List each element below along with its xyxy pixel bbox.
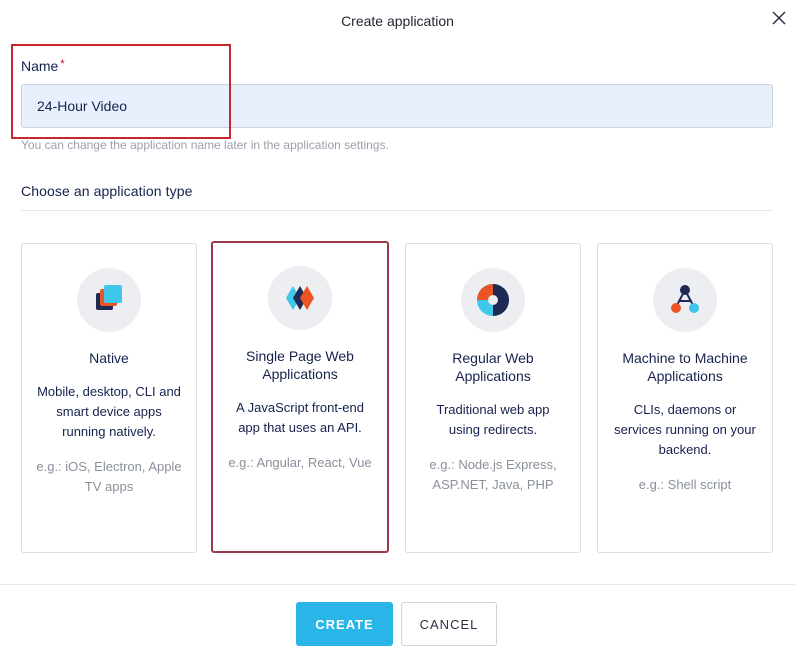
required-mark: * [60, 58, 65, 70]
name-label: Name * [21, 58, 65, 74]
card-examples: e.g.: Node.js Express, ASP.NET, Java, PH… [429, 457, 557, 492]
card-examples: e.g.: Shell script [638, 477, 732, 492]
name-label-text: Name [21, 58, 59, 74]
app-type-card-regular-web[interactable]: Regular Web Applications Traditional web… [405, 243, 581, 553]
name-hint: You can change the application name late… [21, 138, 389, 152]
regular-web-icon [461, 268, 525, 332]
cancel-button[interactable]: CANCEL [401, 602, 497, 646]
card-description: A JavaScript front-end app that uses an … [236, 400, 364, 435]
card-title: Machine to Machine Applications [622, 350, 748, 384]
native-stack-icon [77, 268, 141, 332]
card-description: Mobile, desktop, CLI and smart device ap… [37, 384, 181, 439]
card-examples: e.g.: iOS, Electron, Apple TV apps [36, 459, 182, 494]
card-description: Traditional web app using redirects. [436, 402, 550, 437]
app-type-card-m2m[interactable]: Machine to Machine Applications CLIs, da… [597, 243, 773, 553]
spa-diamond-icon [268, 266, 332, 330]
card-examples: e.g.: Angular, React, Vue [228, 455, 372, 470]
close-icon[interactable] [768, 7, 790, 29]
section-title: Choose an application type [21, 183, 193, 199]
name-input[interactable] [21, 84, 773, 128]
app-type-card-native[interactable]: Native Mobile, desktop, CLI and smart de… [21, 243, 197, 553]
app-type-card-spa[interactable]: Single Page Web Applications A JavaScrip… [211, 241, 389, 553]
card-title: Regular Web Applications [452, 350, 534, 384]
dialog-title: Create application [341, 13, 454, 29]
create-button[interactable]: CREATE [296, 602, 393, 646]
card-title: Single Page Web Applications [246, 348, 354, 382]
machine-to-machine-icon [653, 268, 717, 332]
divider [21, 210, 773, 211]
card-title: Native [89, 350, 129, 366]
footer-divider [0, 584, 795, 585]
card-description: CLIs, daemons or services running on you… [614, 402, 756, 457]
